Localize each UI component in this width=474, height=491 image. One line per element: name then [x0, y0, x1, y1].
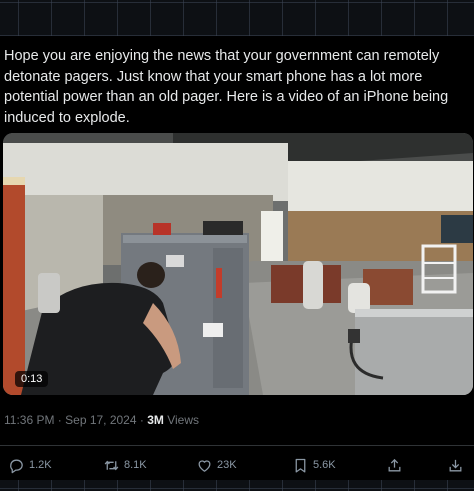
reply-count: 1.2K	[29, 459, 52, 471]
tweet-text: Hope you are enjoying the news that your…	[4, 48, 449, 126]
bookmark-button[interactable]: 5.6K	[292, 454, 336, 476]
tweet-video[interactable]: 0:13	[3, 133, 473, 395]
tweet-timestamp[interactable]: 11:36 PM · Sep 17, 2024 ·	[4, 413, 147, 427]
background-grid-bottom	[0, 480, 474, 491]
video-frame	[3, 133, 473, 395]
repost-icon	[104, 460, 119, 470]
download-button[interactable]	[447, 454, 464, 476]
share-icon	[388, 458, 401, 471]
like-button[interactable]: 23K	[196, 454, 237, 476]
download-icon	[449, 459, 462, 471]
reply-button[interactable]: 1.2K	[8, 454, 52, 476]
repost-count: 8.1K	[124, 459, 147, 471]
like-count: 23K	[217, 459, 237, 471]
bookmark-count: 5.6K	[313, 459, 336, 471]
views-label: Views	[163, 413, 200, 427]
bookmark-icon	[295, 458, 306, 473]
tweet-card: Hope you are enjoying the news that your…	[0, 36, 474, 480]
reply-icon	[10, 459, 23, 473]
share-button[interactable]	[386, 454, 403, 476]
action-bar: 1.2K 8.1K 23K 5.6K	[0, 445, 474, 482]
video-duration-badge: 0:13	[15, 371, 49, 387]
views-count: 3M	[147, 413, 164, 427]
like-icon	[198, 459, 211, 472]
repost-button[interactable]: 8.1K	[103, 454, 147, 476]
tweet-meta: 11:36 PM · Sep 17, 2024 · 3M Views	[4, 413, 199, 427]
background-grid-top	[0, 0, 474, 36]
